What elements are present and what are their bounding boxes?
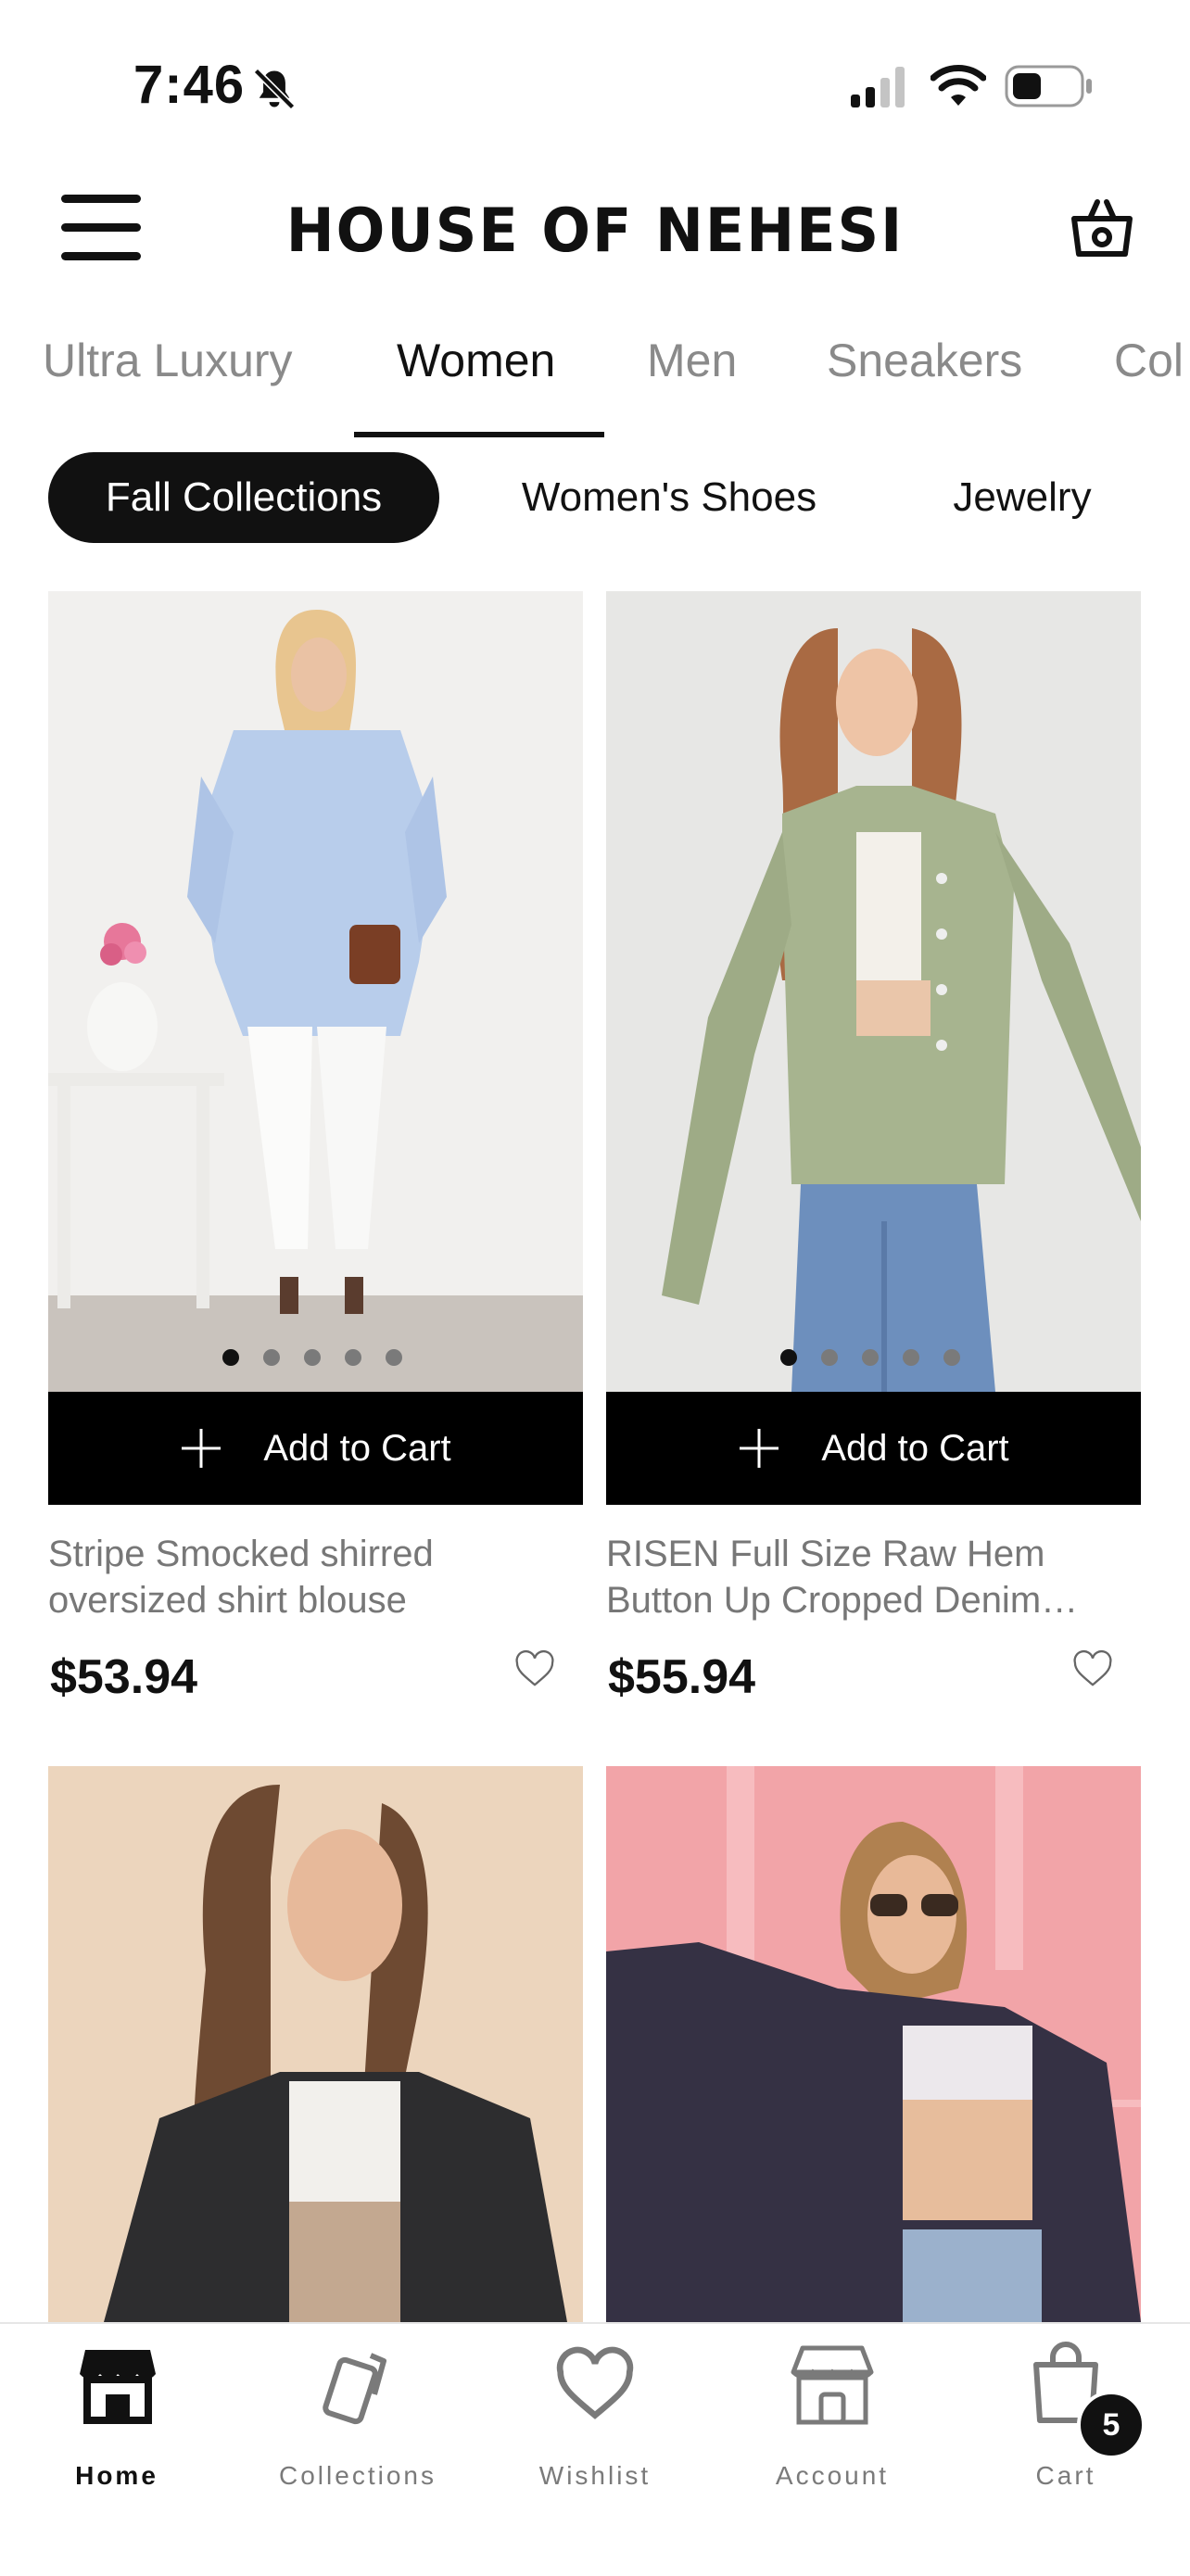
add-to-cart-button-1[interactable]: Add to Cart <box>48 1392 583 1505</box>
product-image-3[interactable] <box>48 1766 583 2322</box>
product-photo-fringe-denim-jacket <box>606 1766 1141 2322</box>
tab-men[interactable]: Men <box>647 334 737 387</box>
product-title-1[interactable]: Stripe Smocked shirred oversized shirt b… <box>48 1531 586 1623</box>
product-price-1: $53.94 <box>50 1650 198 1704</box>
image-pagination-2[interactable] <box>780 1349 960 1366</box>
product-image-1[interactable] <box>48 591 583 1392</box>
product-title-2[interactable]: RISEN Full Size Raw Hem Button Up Croppe… <box>606 1531 1144 1623</box>
nav-wishlist-label[interactable]: Wishlist <box>521 2461 669 2491</box>
cellular-signal-icon <box>851 67 905 107</box>
store-icon[interactable] <box>76 2342 159 2426</box>
tab-collections-partial[interactable]: Col <box>1114 334 1184 387</box>
cart-count-badge: 5 <box>1077 2391 1146 2459</box>
nav-collections-label[interactable]: Collections <box>265 2461 450 2491</box>
pagination-dot[interactable] <box>263 1349 280 1366</box>
chip-fall-collections[interactable]: Fall Collections <box>48 452 439 543</box>
pagination-dot[interactable] <box>862 1349 879 1366</box>
add-to-cart-button-2[interactable]: Add to Cart <box>606 1392 1141 1505</box>
status-time: 7:46 <box>133 55 246 115</box>
chip-jewelry[interactable]: Jewelry <box>930 452 1114 543</box>
pagination-dot[interactable] <box>222 1349 239 1366</box>
product-image-4[interactable] <box>606 1766 1141 2322</box>
nav-account-label[interactable]: Account <box>758 2461 906 2491</box>
pagination-dot[interactable] <box>386 1349 402 1366</box>
collections-icon[interactable] <box>315 2342 399 2426</box>
chip-womens-shoes[interactable]: Women's Shoes <box>495 452 843 543</box>
wifi-icon <box>930 65 986 106</box>
heart-wishlist-icon[interactable] <box>513 1649 556 1688</box>
pagination-dot[interactable] <box>780 1349 797 1366</box>
nav-home-label[interactable]: Home <box>43 2461 191 2491</box>
add-to-cart-label: Add to Cart <box>263 1427 451 1469</box>
bell-muted-icon <box>253 68 296 110</box>
bottom-nav: Home Collections Wishlist Account Cart 5 <box>0 2322 1190 2576</box>
pagination-dot[interactable] <box>821 1349 838 1366</box>
product-photo-blouse <box>48 591 583 1392</box>
product-image-2[interactable] <box>606 591 1141 1392</box>
tab-women[interactable]: Women <box>397 334 555 387</box>
image-pagination-1[interactable] <box>222 1349 402 1366</box>
product-price-2: $55.94 <box>608 1650 756 1704</box>
pagination-dot[interactable] <box>304 1349 321 1366</box>
tab-sneakers[interactable]: Sneakers <box>827 334 1022 387</box>
pagination-dot[interactable] <box>943 1349 960 1366</box>
plus-icon <box>182 1429 222 1468</box>
pagination-dot[interactable] <box>345 1349 361 1366</box>
basket-icon[interactable] <box>1070 196 1134 261</box>
pagination-dot[interactable] <box>903 1349 919 1366</box>
active-tab-indicator <box>354 432 604 437</box>
product-photo-denim-jacket <box>606 591 1141 1392</box>
nav-cart-label[interactable]: Cart <box>1010 2461 1121 2491</box>
heart-icon[interactable] <box>552 2346 638 2422</box>
brand-logo: HOUSE OF NEHESI <box>285 195 905 266</box>
account-storefront-icon[interactable] <box>790 2342 875 2426</box>
product-photo-quilted-jacket <box>48 1766 583 2322</box>
heart-wishlist-icon[interactable] <box>1071 1649 1114 1688</box>
tab-ultra-luxury[interactable]: Ultra Luxury <box>43 334 293 387</box>
plus-icon <box>740 1429 779 1468</box>
add-to-cart-label: Add to Cart <box>821 1427 1009 1469</box>
battery-icon <box>1005 65 1092 107</box>
